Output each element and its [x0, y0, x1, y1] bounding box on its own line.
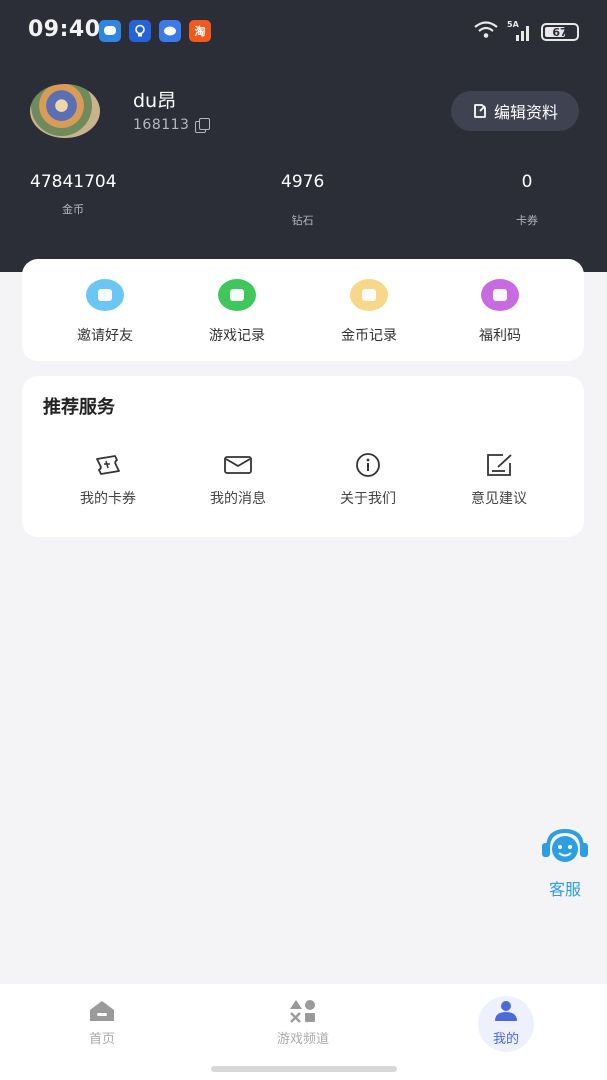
feedback-icon — [483, 452, 515, 478]
user-id: 168113 — [133, 117, 190, 133]
info-icon — [352, 452, 384, 478]
ticket-icon — [92, 452, 124, 478]
quick-action-label: 游戏记录 — [209, 328, 265, 344]
edit-profile-label: 编辑资料 — [493, 103, 558, 122]
stat-diamonds[interactable]: 4976 钻石 — [281, 172, 324, 228]
stat-diamonds-value: 4976 — [281, 172, 325, 192]
customer-service-button[interactable]: 客服 — [538, 828, 592, 900]
quick-action-label: 邀请好友 — [77, 328, 133, 344]
stat-coins-label: 金币 — [62, 203, 84, 216]
service-my-vouchers[interactable]: 我的卡券 — [58, 452, 158, 508]
game-channel-icon — [287, 998, 319, 1024]
profile-header: 09:40 淘 5A 67 du昂 168113 编辑资料 47841704 金… — [0, 0, 607, 272]
taobao-icon: 淘 — [189, 20, 211, 42]
stat-coins-value: 47841704 — [30, 172, 117, 192]
stat-coins[interactable]: 47841704 金币 — [30, 172, 117, 217]
service-feedback[interactable]: 意见建议 — [449, 452, 549, 508]
quick-action-label: 金币记录 — [341, 328, 397, 344]
tab-label: 首页 — [88, 1032, 115, 1047]
services-title: 推荐服务 — [43, 397, 115, 418]
stat-vouchers-label: 卡券 — [516, 214, 538, 227]
headset-icon — [538, 828, 592, 872]
customer-service-label: 客服 — [548, 880, 581, 899]
home-indicator — [211, 1066, 397, 1072]
service-about-us[interactable]: 关于我们 — [318, 452, 418, 508]
chat-icon — [159, 20, 181, 42]
stat-diamonds-label: 钻石 — [291, 214, 314, 227]
home-icon — [86, 998, 118, 1024]
username: du昂 — [133, 90, 177, 112]
edit-profile-button[interactable]: 编辑资料 — [451, 91, 579, 131]
quick-action-label: 福利码 — [479, 328, 521, 344]
service-label: 我的卡券 — [80, 491, 136, 507]
service-label: 意见建议 — [471, 491, 527, 507]
status-bar: 09:40 淘 5A 67 — [0, 14, 607, 48]
bulb-icon — [129, 20, 151, 42]
tab-home[interactable]: 首页 — [47, 998, 157, 1047]
battery-indicator: 67 — [541, 23, 579, 41]
quick-actions-card: 邀请好友 游戏记录 金币记录 福利码 — [22, 259, 584, 361]
message-icon — [99, 20, 121, 42]
edit-icon — [472, 103, 488, 119]
quick-action-game-record[interactable]: 游戏记录 — [187, 279, 287, 345]
envelope-icon — [222, 452, 254, 478]
quick-action-gift-code[interactable]: 福利码 — [450, 279, 550, 345]
game-record-icon — [218, 279, 256, 311]
tab-game-channel[interactable]: 游戏频道 — [248, 998, 358, 1047]
quick-action-invite-friends[interactable]: 邀请好友 — [55, 279, 155, 345]
wifi-icon — [473, 21, 499, 43]
tab-label: 我的 — [492, 1032, 519, 1047]
cellular-signal-icon: 5A — [507, 20, 533, 41]
stat-vouchers[interactable]: 0 卡券 — [516, 172, 538, 228]
quick-action-coin-record[interactable]: 金币记录 — [319, 279, 419, 345]
stat-vouchers-value: 0 — [521, 172, 533, 192]
coin-record-icon — [350, 279, 388, 311]
service-label: 关于我们 — [340, 491, 396, 507]
battery-level: 67 — [552, 25, 568, 39]
tab-mine[interactable]: 我的 — [451, 998, 561, 1047]
gift-code-icon — [481, 279, 519, 311]
tab-label: 游戏频道 — [276, 1032, 329, 1047]
user-id-row: 168113 — [133, 117, 211, 133]
copy-icon[interactable] — [195, 118, 211, 133]
profile-icon — [490, 998, 522, 1024]
status-time: 09:40 — [28, 17, 101, 42]
service-my-messages[interactable]: 我的消息 — [188, 452, 288, 508]
recommended-services-card: 推荐服务 我的卡券 我的消息 关于我们 意见建议 — [22, 376, 584, 537]
status-indicators: 5A 67 — [473, 20, 579, 43]
service-label: 我的消息 — [210, 491, 266, 507]
invite-icon — [86, 279, 124, 311]
avatar[interactable] — [30, 84, 100, 138]
